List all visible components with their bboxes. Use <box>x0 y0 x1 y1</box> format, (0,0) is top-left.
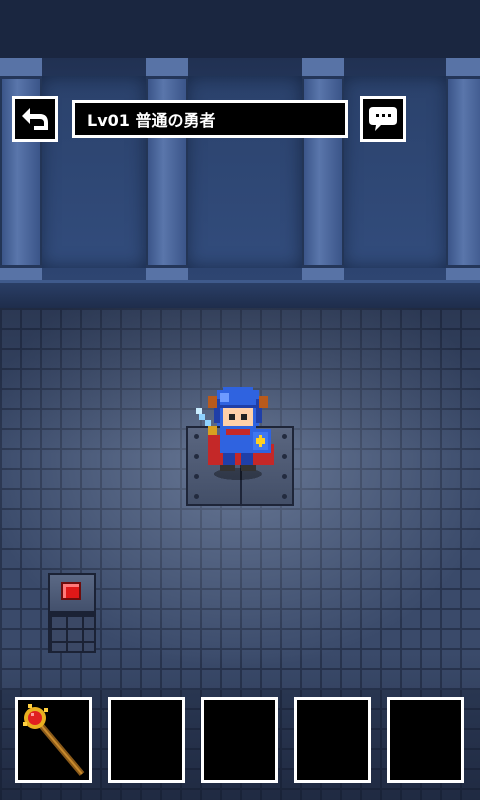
inventory-slot-5[interactable] <box>387 697 464 783</box>
inventory-slot-1[interactable] <box>15 697 92 783</box>
speech-bubble-icon <box>369 107 397 131</box>
knight-hero-sprite[interactable] <box>196 384 280 480</box>
wall-pillar <box>446 58 480 286</box>
red-switch-button[interactable] <box>61 582 81 600</box>
wall-top-shadow <box>0 0 480 58</box>
red-button-pedestal[interactable] <box>48 573 96 653</box>
back-button[interactable] <box>12 96 58 142</box>
inventory-slot-4[interactable] <box>294 697 371 783</box>
wall-pillar <box>302 58 344 286</box>
level-title: Lv01 普通の勇者 <box>87 111 216 130</box>
game-scene: Lv01 普通の勇者 <box>0 0 480 800</box>
magic-staff-icon <box>23 704 85 776</box>
wall-pillar <box>0 58 42 286</box>
wall-pillar <box>146 58 188 286</box>
level-title-bar: Lv01 普通の勇者 <box>72 100 348 138</box>
wall-ledge <box>0 280 480 311</box>
inventory-slot-2[interactable] <box>108 697 185 783</box>
pedestal-base <box>48 613 96 653</box>
return-arrow-icon <box>22 108 48 130</box>
back-wall <box>0 0 480 311</box>
hint-button[interactable] <box>360 96 406 142</box>
inventory-slot-3[interactable] <box>201 697 278 783</box>
